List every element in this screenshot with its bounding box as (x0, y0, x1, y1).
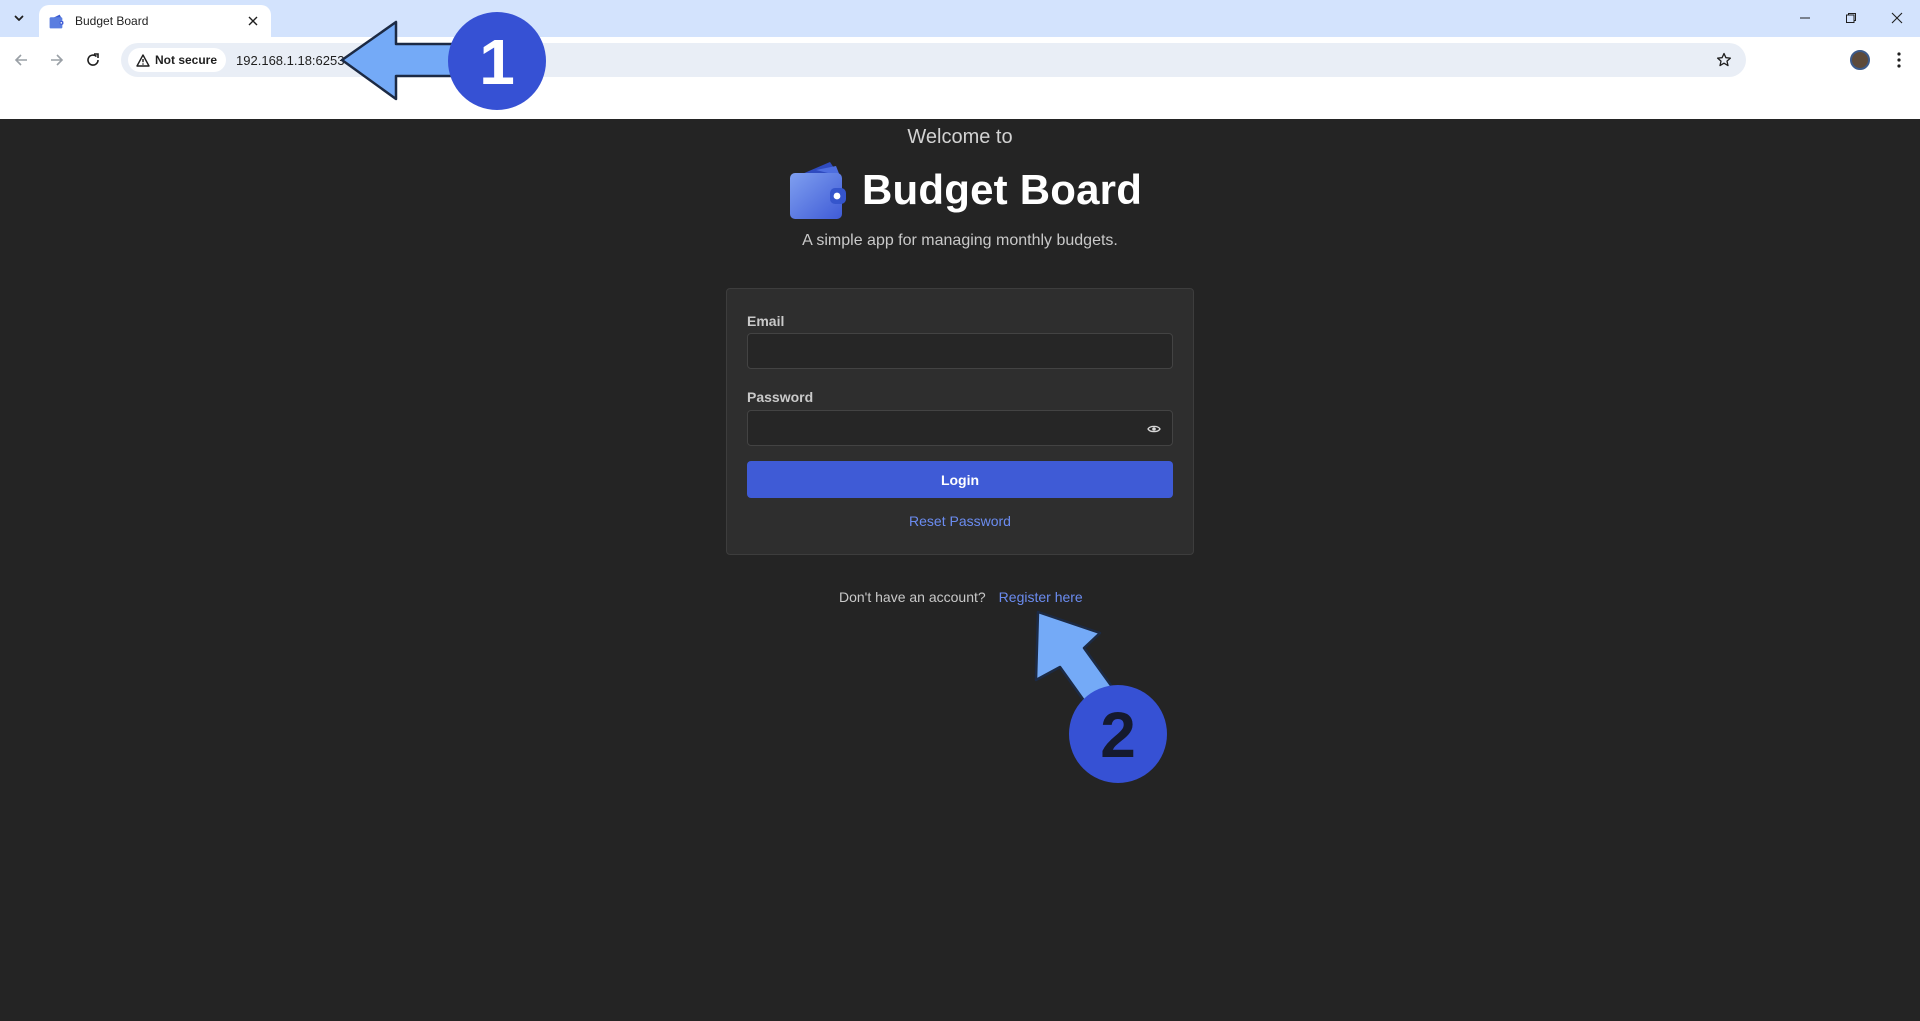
browser-tab[interactable]: Budget Board (39, 5, 271, 37)
email-label: Email (747, 313, 785, 329)
back-arrow-icon[interactable] (6, 45, 36, 75)
eye-icon[interactable] (1146, 421, 1162, 437)
chrome-bottom-strip (0, 83, 1920, 119)
register-row: Don't have an account? Register here (839, 589, 1083, 605)
star-icon[interactable] (1714, 50, 1734, 70)
page-content: Welcome to Budget Board A simple app for… (0, 119, 1920, 1021)
welcome-heading: Welcome to (907, 126, 1013, 148)
password-label: Password (747, 389, 814, 405)
restore-icon[interactable] (1828, 0, 1874, 36)
wallet-icon (790, 162, 846, 219)
reload-icon[interactable] (78, 45, 108, 75)
kebab-menu-icon[interactable] (1884, 45, 1914, 75)
minimize-icon[interactable] (1782, 0, 1828, 36)
site-security-chip[interactable]: Not secure (128, 48, 227, 72)
email-field-wrapper (747, 333, 1173, 369)
warning-icon (136, 53, 150, 67)
browser-tab-strip: Budget Board (0, 0, 1920, 37)
login-button[interactable]: Login (747, 461, 1173, 498)
email-field[interactable] (748, 334, 1172, 368)
password-field-wrapper (747, 410, 1173, 446)
brand-name: Budget Board (862, 166, 1143, 213)
login-card: Email Password Login Reset Password (726, 288, 1194, 555)
reset-password-link[interactable]: Reset Password (727, 513, 1193, 529)
forward-arrow-icon[interactable] (42, 45, 72, 75)
close-icon[interactable] (245, 13, 261, 29)
password-field[interactable] (748, 411, 1172, 445)
close-window-icon[interactable] (1874, 0, 1920, 36)
profile-avatar[interactable] (1850, 50, 1870, 70)
brand-header: Budget Board (786, 158, 1142, 222)
tab-search-button[interactable] (6, 6, 32, 30)
chevron-down-icon (14, 15, 24, 21)
tab-title: Budget Board (75, 14, 149, 28)
register-prompt: Don't have an account? (839, 589, 986, 605)
url-text[interactable]: 192.168.1.18:6253 (236, 53, 344, 68)
security-label: Not secure (155, 53, 218, 67)
register-link[interactable]: Register here (999, 589, 1083, 605)
tagline: A simple app for managing monthly budget… (802, 232, 1118, 249)
browser-toolbar: Not secure 192.168.1.18:6253 (0, 37, 1920, 83)
wallet-icon (49, 14, 64, 28)
address-bar[interactable]: Not secure 192.168.1.18:6253 (121, 43, 1746, 77)
